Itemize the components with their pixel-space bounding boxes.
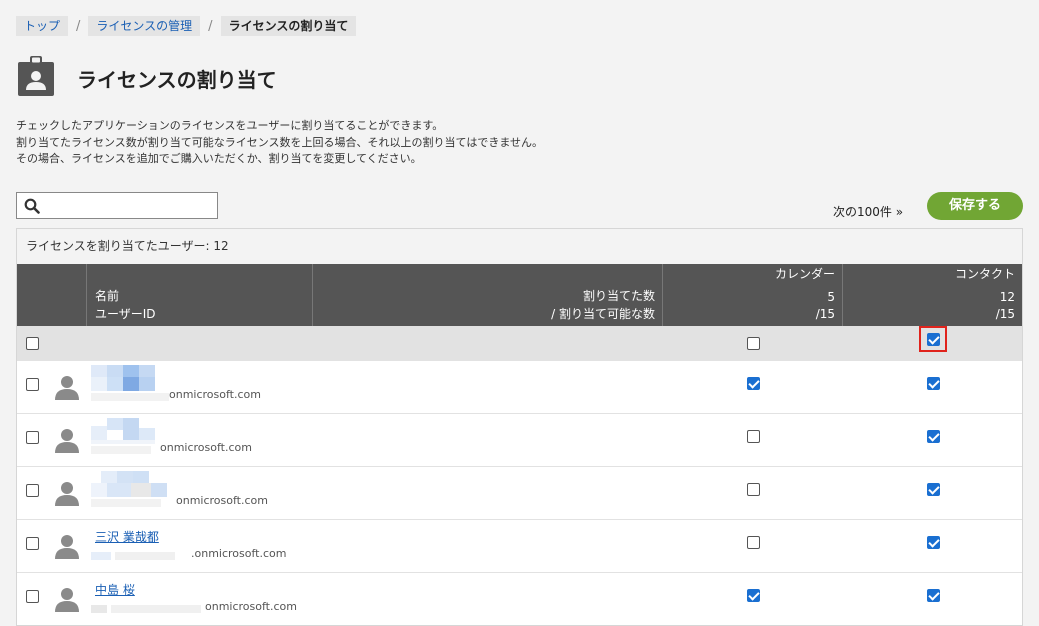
select-all-contact-checkbox[interactable] bbox=[927, 333, 940, 346]
calendar-total-count: /15 bbox=[815, 307, 835, 321]
user-select-checkbox[interactable] bbox=[26, 537, 39, 550]
redacted-mosaic bbox=[117, 471, 133, 483]
redacted-mosaic bbox=[91, 483, 107, 497]
redacted-mosaic bbox=[133, 471, 149, 483]
table-header: 名前 ユーザーID 割り当てた数 / 割り当て可能な数 カレンダー 5 /15 … bbox=[17, 264, 1022, 326]
user-name-link[interactable]: 中島 桜 bbox=[95, 581, 135, 598]
redacted-mosaic bbox=[107, 483, 131, 497]
search-icon bbox=[24, 198, 40, 214]
contact-license-checkbox[interactable] bbox=[927, 430, 940, 443]
table-row: onmicrosoft.com bbox=[17, 414, 1022, 467]
user-select-checkbox[interactable] bbox=[26, 590, 39, 603]
select-all-calendar-checkbox[interactable] bbox=[747, 337, 760, 350]
table-row: 中島 桜 onmicrosoft.com bbox=[17, 573, 1022, 625]
user-id-text: onmicrosoft.com bbox=[176, 494, 268, 507]
user-avatar-icon bbox=[54, 374, 80, 400]
license-badge-icon bbox=[18, 56, 54, 96]
redacted-mosaic bbox=[107, 418, 123, 430]
contact-total-count: /15 bbox=[995, 307, 1015, 321]
redacted-mosaic bbox=[111, 605, 201, 613]
calendar-license-checkbox[interactable] bbox=[747, 377, 760, 390]
user-avatar-icon bbox=[54, 586, 80, 612]
column-header-name: 名前 bbox=[95, 289, 120, 303]
column-header-assigned: 割り当てた数 bbox=[582, 289, 655, 303]
contact-license-checkbox[interactable] bbox=[927, 377, 940, 390]
calendar-license-checkbox[interactable] bbox=[747, 483, 760, 496]
user-id-text: onmicrosoft.com bbox=[205, 600, 297, 613]
redacted-mosaic bbox=[123, 418, 139, 440]
user-id-text: onmicrosoft.com bbox=[160, 441, 252, 454]
redacted-mosaic bbox=[91, 605, 107, 613]
redacted-mosaic bbox=[139, 377, 155, 391]
column-divider bbox=[662, 264, 663, 326]
calendar-license-checkbox[interactable] bbox=[747, 536, 760, 549]
redacted-mosaic bbox=[91, 499, 161, 507]
user-avatar-icon bbox=[54, 480, 80, 506]
description-line: その場合、ライセンスを追加でご購入いただくか、割り当てを変更してください。 bbox=[16, 152, 422, 165]
redacted-mosaic bbox=[107, 377, 123, 391]
column-divider bbox=[86, 264, 87, 326]
calendar-license-checkbox[interactable] bbox=[747, 430, 760, 443]
redacted-mosaic bbox=[91, 393, 169, 401]
user-select-checkbox[interactable] bbox=[26, 431, 39, 444]
redacted-mosaic bbox=[91, 377, 107, 391]
calendar-license-checkbox[interactable] bbox=[747, 589, 760, 602]
redacted-mosaic bbox=[107, 365, 123, 377]
redacted-mosaic bbox=[131, 483, 151, 497]
table-row: 三沢 業哉都 .onmicrosoft.com bbox=[17, 520, 1022, 573]
redacted-mosaic bbox=[91, 446, 151, 454]
user-select-checkbox[interactable] bbox=[26, 484, 39, 497]
redacted-mosaic bbox=[91, 426, 107, 440]
breadcrumb: トップ / ライセンスの管理 / ライセンスの割り当て bbox=[16, 16, 357, 36]
redacted-mosaic bbox=[115, 552, 175, 560]
contact-license-checkbox[interactable] bbox=[927, 536, 940, 549]
redacted-mosaic bbox=[91, 365, 107, 377]
breadcrumb-top-link[interactable]: トップ bbox=[16, 16, 69, 36]
breadcrumb-separator: / bbox=[208, 18, 213, 34]
redacted-mosaic bbox=[151, 483, 167, 497]
redacted-mosaic bbox=[91, 552, 111, 560]
assigned-user-count: ライセンスを割り当てたユーザー: 12 bbox=[17, 229, 1022, 264]
column-divider bbox=[842, 264, 843, 326]
save-button[interactable]: 保存する bbox=[927, 192, 1023, 220]
redacted-mosaic bbox=[101, 471, 117, 483]
description: チェックしたアプリケーションのライセンスをユーザーに割り当てることができます。 … bbox=[16, 118, 543, 168]
search-input[interactable] bbox=[16, 192, 218, 219]
contact-license-checkbox[interactable] bbox=[927, 589, 940, 602]
column-header-contact: コンタクト bbox=[954, 267, 1015, 281]
license-assignment-panel: ライセンスを割り当てたユーザー: 12 名前 ユーザーID 割り当てた数 / 割… bbox=[16, 228, 1023, 626]
column-header-calendar: カレンダー bbox=[774, 267, 835, 281]
description-line: チェックしたアプリケーションのライセンスをユーザーに割り当てることができます。 bbox=[16, 119, 444, 132]
table-row: onmicrosoft.com bbox=[17, 467, 1022, 520]
next-page-link[interactable]: 次の100件 » bbox=[833, 203, 903, 220]
user-id-text: onmicrosoft.com bbox=[169, 388, 261, 401]
redacted-mosaic bbox=[123, 365, 139, 377]
redacted-mosaic bbox=[139, 428, 155, 440]
breadcrumb-current: ライセンスの割り当て bbox=[220, 16, 357, 36]
breadcrumb-separator: / bbox=[76, 18, 81, 34]
column-header-userid: ユーザーID bbox=[95, 307, 156, 321]
breadcrumb-license-management-link[interactable]: ライセンスの管理 bbox=[88, 16, 201, 36]
column-divider bbox=[312, 264, 313, 326]
user-id-text: .onmicrosoft.com bbox=[191, 547, 287, 560]
user-select-checkbox[interactable] bbox=[26, 378, 39, 391]
table-row: onmicrosoft.com bbox=[17, 361, 1022, 414]
calendar-assigned-count: 5 bbox=[827, 290, 835, 304]
contact-license-checkbox[interactable] bbox=[927, 483, 940, 496]
page-title: ライセンスの割り当て bbox=[77, 68, 277, 92]
column-header-assignable: / 割り当て可能な数 bbox=[551, 307, 655, 321]
select-all-users-checkbox[interactable] bbox=[26, 337, 39, 350]
select-all-row bbox=[17, 326, 1022, 361]
contact-assigned-count: 12 bbox=[999, 290, 1015, 304]
user-name-link[interactable]: 三沢 業哉都 bbox=[95, 528, 159, 545]
redacted-mosaic bbox=[139, 365, 155, 377]
user-avatar-icon bbox=[54, 427, 80, 453]
redacted-mosaic bbox=[123, 377, 139, 391]
description-line: 割り当てたライセンス数が割り当て可能なライセンス数を上回る場合、それ以上の割り当… bbox=[16, 135, 544, 149]
redacted-mosaic bbox=[91, 440, 155, 444]
user-avatar-icon bbox=[54, 533, 80, 559]
